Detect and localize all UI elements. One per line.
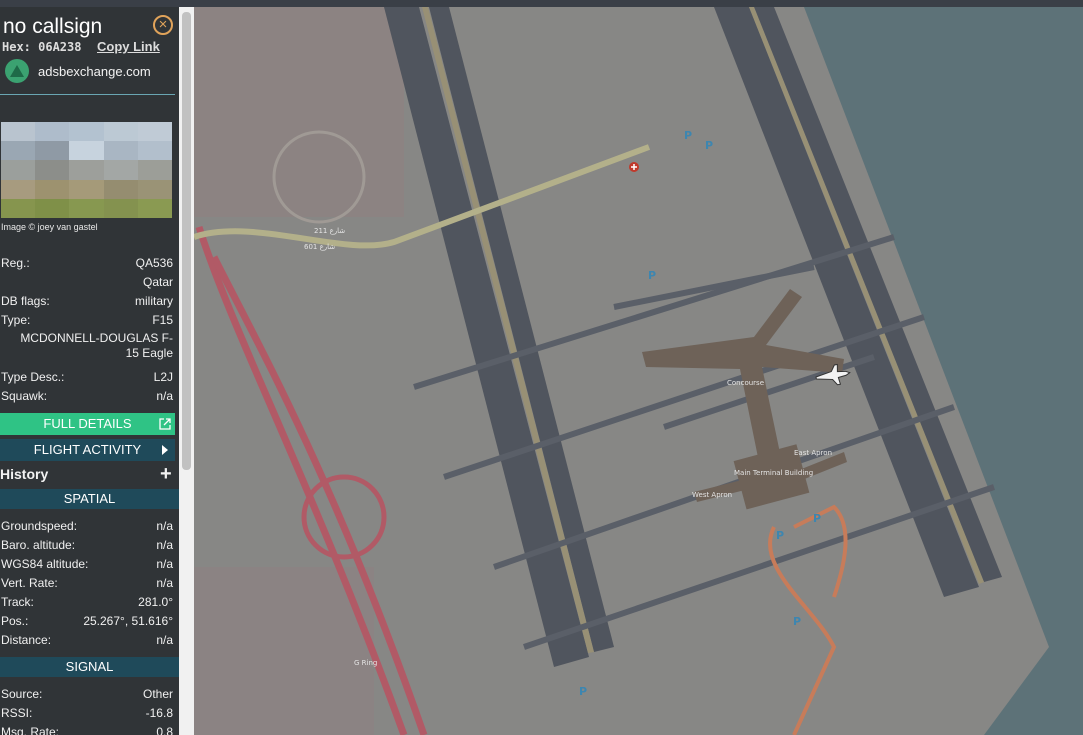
msg-rate-value: 0.8: [156, 725, 173, 735]
history-toggle[interactable]: History: [0, 466, 48, 482]
distance-label: Distance:: [1, 633, 52, 647]
hex-code: Hex: 06A238: [2, 40, 82, 54]
type-full-line1: MCDONNELL-DOUGLAS F-: [20, 331, 173, 345]
sidebar-scrollbar-thumb[interactable]: [182, 12, 191, 470]
type-full-line2: 15 Eagle: [125, 346, 173, 360]
svg-text:P: P: [684, 129, 692, 142]
track-value: 281.0°: [138, 595, 173, 609]
track-row: Track: 281.0°: [1, 594, 173, 610]
callsign-title: no callsign: [3, 15, 103, 38]
svg-text:P: P: [776, 529, 784, 542]
squawk-label: Squawk:: [1, 389, 48, 403]
signal-section-header: SIGNAL: [0, 657, 179, 677]
distance-row: Distance: n/a: [1, 632, 173, 648]
baro-altitude-value: n/a: [156, 538, 173, 552]
rssi-label: RSSI:: [1, 706, 33, 720]
wgs84-altitude-row: WGS84 altitude: n/a: [1, 556, 173, 572]
label-street-211: شارع 211: [314, 227, 345, 235]
groundspeed-row: Groundspeed: n/a: [1, 518, 173, 534]
label-street-601: شارع 601: [304, 243, 335, 251]
label-east-apron: East Apron: [794, 449, 832, 457]
source-label: Source:: [1, 687, 43, 701]
map-view[interactable]: P P P P P P P Concourse East Apron West …: [194, 7, 1083, 735]
chevron-right-icon: [162, 445, 168, 455]
db-flags-value: military: [135, 294, 173, 308]
hospital-icon[interactable]: [629, 162, 639, 172]
external-link-icon: [159, 418, 171, 430]
rssi-value: -16.8: [145, 706, 173, 720]
flight-activity-button[interactable]: FLIGHT ACTIVITY: [0, 439, 175, 461]
type-desc-label: Type Desc.:: [1, 370, 65, 384]
distance-value: n/a: [156, 633, 173, 647]
db-flags-label: DB flags:: [1, 294, 50, 308]
photo-credit: Image © joey van gastel: [1, 222, 98, 232]
aircraft-info-panel: no callsign × Hex: 06A238 Copy Link adsb…: [0, 7, 179, 735]
adsbexchange-link[interactable]: adsbexchange.com: [38, 64, 151, 79]
svg-text:P: P: [579, 685, 587, 698]
reg-label: Reg.:: [1, 256, 30, 270]
country-value: Qatar: [142, 275, 173, 289]
close-icon[interactable]: ×: [153, 15, 173, 35]
wgs84-altitude-label: WGS84 altitude:: [1, 557, 89, 571]
map-canvas[interactable]: P P P P P P P Concourse East Apron West …: [194, 7, 1083, 735]
msg-rate-label: Msg. Rate:: [1, 725, 60, 735]
type-desc-row: Type Desc.: L2J: [1, 369, 173, 385]
position-value: 25.267°, 51.616°: [83, 614, 173, 628]
squawk-row: Squawk: n/a: [1, 388, 173, 404]
type-desc-value: L2J: [153, 370, 173, 384]
svg-text:P: P: [813, 512, 821, 525]
track-label: Track:: [1, 595, 34, 609]
label-main-terminal: Main Terminal Building: [734, 469, 813, 477]
svg-text:P: P: [648, 269, 656, 282]
msg-rate-row: Msg. Rate: 0.8: [1, 724, 173, 735]
urban-block: [194, 7, 404, 217]
copy-link[interactable]: Copy Link: [97, 39, 160, 54]
label-g-ring: G Ring: [354, 659, 377, 667]
vert-rate-label: Vert. Rate:: [1, 576, 58, 590]
aircraft-photo[interactable]: [1, 122, 172, 218]
flight-activity-label: FLIGHT ACTIVITY: [33, 442, 142, 457]
top-bar: [0, 0, 1083, 7]
groundspeed-value: n/a: [156, 519, 173, 533]
source-row: Source: Other: [1, 686, 173, 702]
type-label: Type:: [1, 313, 31, 327]
full-details-button[interactable]: FULL DETAILS: [0, 413, 175, 435]
type-row: Type: F15: [1, 312, 173, 328]
reg-row: Reg.: QA536: [1, 255, 173, 271]
full-details-label: FULL DETAILS: [43, 416, 132, 431]
svg-text:P: P: [705, 139, 713, 152]
svg-text:P: P: [793, 615, 801, 628]
type-value: F15: [152, 313, 173, 327]
position-row: Pos.: 25.267°, 51.616°: [1, 613, 173, 629]
squawk-value: n/a: [156, 389, 173, 403]
type-full-name: MCDONNELL-DOUGLAS F- 15 Eagle: [3, 331, 173, 361]
vert-rate-value: n/a: [156, 576, 173, 590]
reg-value[interactable]: QA536: [136, 255, 173, 271]
vert-rate-row: Vert. Rate: n/a: [1, 575, 173, 591]
groundspeed-label: Groundspeed:: [1, 519, 78, 533]
db-flags-row: DB flags: military: [1, 293, 173, 309]
baro-altitude-row: Baro. altitude: n/a: [1, 537, 173, 553]
expand-plus-icon[interactable]: +: [160, 463, 172, 486]
spatial-section-header: SPATIAL: [0, 489, 179, 509]
position-label: Pos.:: [1, 614, 29, 628]
country-row: Qatar: [1, 274, 173, 290]
source-value: Other: [142, 687, 173, 701]
divider: [0, 94, 175, 95]
label-west-apron: West Apron: [692, 491, 732, 499]
adsbexchange-logo-icon[interactable]: [5, 59, 29, 83]
wgs84-altitude-value: n/a: [156, 557, 173, 571]
label-concourse: Concourse: [727, 379, 764, 387]
rssi-row: RSSI: -16.8: [1, 705, 173, 721]
baro-altitude-label: Baro. altitude:: [1, 538, 76, 552]
